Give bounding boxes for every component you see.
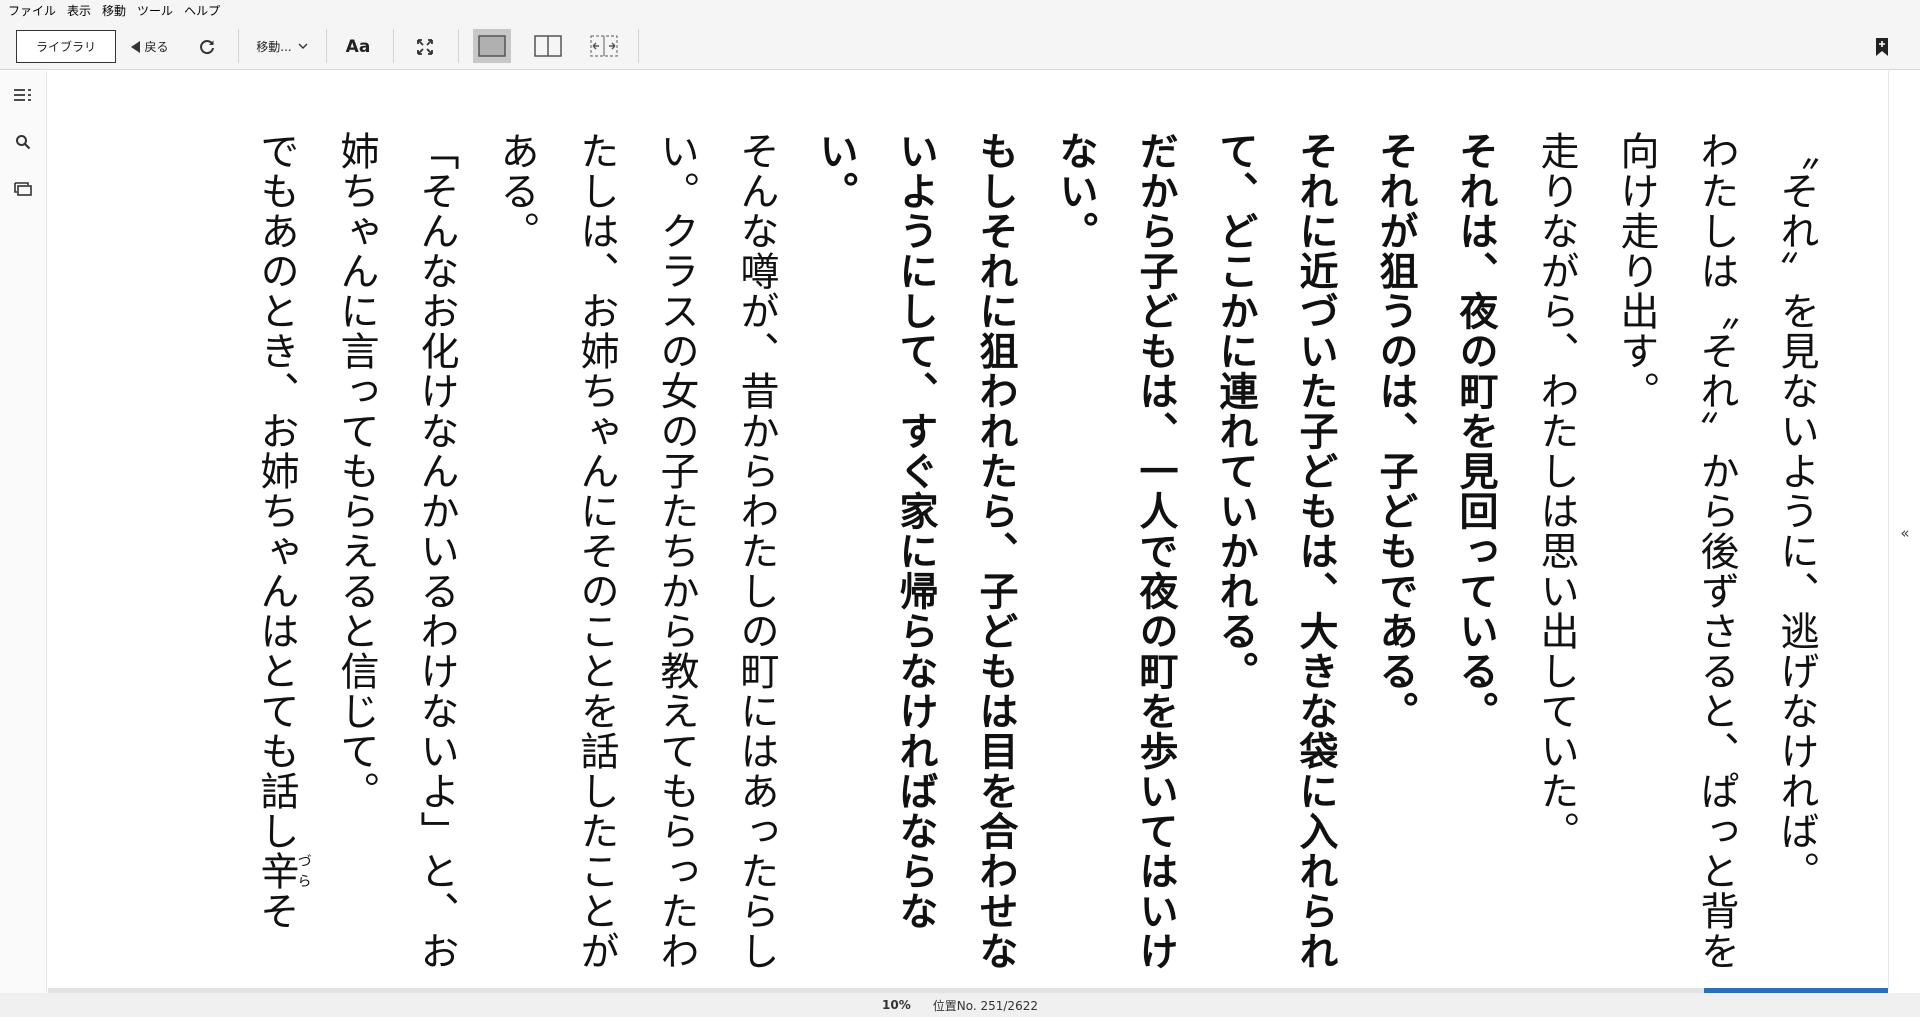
status-bar: 10% 位置No. 251/2622: [0, 993, 1920, 1017]
paragraph: それは、夜の町を見回っている。: [1436, 131, 1516, 991]
bookmark-button[interactable]: [1870, 30, 1894, 63]
paragraph-text: 「そんなお化けなんかいるわけないよ」と、お姉ちゃんに言ってもらえると信じて。: [334, 131, 459, 971]
paragraph: もしそれに狙われたら、子どもは目を合わせないようにして、すぐ家に帰らなければなら…: [796, 131, 1036, 991]
location-indicator: 位置No. 251/2622: [932, 998, 1038, 1013]
paragraph: でもあのとき、お姉ちゃんはとても話し辛づらそ: [236, 131, 316, 991]
back-button[interactable]: 戻る: [126, 30, 174, 63]
font-settings-label: Aa: [345, 36, 371, 57]
library-label: ライブラリ: [35, 40, 96, 54]
single-page-view-button[interactable]: [473, 29, 511, 63]
paragraph-text: だから子どもは、一人で夜の町を歩いてはいけない。: [1053, 131, 1179, 971]
paragraph-text: でもあのとき、お姉ちゃんはとても話し: [254, 131, 299, 851]
paragraph-text: そ: [254, 891, 299, 931]
expand-panel-button[interactable]: «: [1895, 521, 1915, 545]
paragraph: それに近づいた子どもは、大きな袋に入れられて、どこかに連れていかれる。: [1196, 131, 1356, 991]
search-button[interactable]: [11, 130, 35, 154]
two-page-icon: [534, 35, 562, 57]
paragraph-text: そんな噂が、昔からわたしの町にはあったらしい。クラスの女の子たちから教えてもらっ…: [494, 131, 779, 971]
toolbar-divider: [238, 29, 239, 63]
search-icon: [16, 135, 31, 150]
toolbar-divider: [393, 29, 394, 63]
paragraph-text: それに近づいた子どもは、大きな袋に入れられて、どこかに連れていかれる。: [1213, 131, 1339, 971]
toc-button[interactable]: [11, 83, 35, 107]
two-page-view-button[interactable]: [530, 29, 566, 63]
menu-bar: ファイル 表示 移動 ツール ヘルプ: [0, 0, 1920, 22]
paragraph-text: 走りながら、わたしは思い出していた。: [1534, 131, 1579, 851]
chevron-down-icon: [298, 43, 308, 49]
double-chevron-left-icon: «: [1900, 524, 1910, 542]
paragraph: わたしは〝それ〟から後ずさると、ぱっと背を向け走り出す。: [1596, 131, 1756, 991]
library-button[interactable]: ライブラリ: [16, 30, 116, 63]
menu-help[interactable]: ヘルプ: [182, 0, 229, 22]
toolbar-divider: [458, 29, 459, 63]
progress-percent: 10%: [882, 998, 911, 1012]
toolbar: ライブラリ 戻る 移動... Aa: [0, 22, 1920, 70]
toolbar-divider: [326, 29, 327, 63]
single-page-icon: [478, 35, 506, 57]
paragraph-text: それが狙うのは、子どもである。: [1373, 131, 1419, 731]
goto-label: 移動...: [256, 40, 292, 54]
menu-view[interactable]: 表示: [65, 0, 100, 22]
menu-file[interactable]: ファイル: [6, 0, 65, 22]
paragraph: だから子どもは、一人で夜の町を歩いてはいけない。: [1036, 131, 1196, 991]
paragraph: 〝それ〟を見ないように、逃げなければ。: [1756, 131, 1836, 991]
menu-go[interactable]: 移動: [100, 0, 135, 22]
paragraph: それが狙うのは、子どもである。: [1356, 131, 1436, 991]
left-sidebar: [0, 71, 47, 993]
paragraph-text: わたしは〝それ〟から後ずさると、ぱっと背を向け走り出す。: [1614, 131, 1739, 971]
toc-icon: [14, 89, 31, 101]
back-arrow-icon: [131, 40, 141, 53]
ruby-word: 辛づら: [254, 851, 312, 891]
bookmark-add-icon: [1876, 37, 1888, 56]
reading-pane[interactable]: 〝それ〟を見ないように、逃げなければ。 わたしは〝それ〟から後ずさると、ぱっと背を…: [48, 71, 1888, 989]
toolbar-divider: [638, 29, 639, 63]
fullscreen-icon: [417, 38, 433, 55]
refresh-button[interactable]: [192, 30, 222, 63]
fit-width-view-button[interactable]: [586, 29, 622, 63]
fit-width-icon: [590, 35, 618, 57]
book-text: 〝それ〟を見ないように、逃げなければ。 わたしは〝それ〟から後ずさると、ぱっと背を…: [236, 131, 1836, 991]
paragraph-text: もしそれに狙われたら、子どもは目を合わせないようにして、すぐ家に帰らなければなら…: [813, 131, 1019, 971]
paragraph-text: それは、夜の町を見回っている。: [1453, 131, 1499, 731]
ruby-base: 辛: [254, 851, 299, 891]
notes-button[interactable]: [11, 177, 35, 201]
fullscreen-button[interactable]: [410, 30, 440, 63]
paragraph-text: 〝それ〟を見ないように、逃げなければ。: [1774, 131, 1819, 891]
paragraph: そんな噂が、昔からわたしの町にはあったらしい。クラスの女の子たちから教えてもらっ…: [476, 131, 796, 991]
right-sidebar: «: [1888, 71, 1920, 989]
ruby-reading: づら: [295, 851, 312, 891]
notes-icon: [14, 182, 32, 196]
paragraph: 走りながら、わたしは思い出していた。: [1516, 131, 1596, 991]
menu-tools[interactable]: ツール: [135, 0, 182, 22]
back-label: 戻る: [144, 40, 169, 54]
goto-dropdown[interactable]: 移動...: [250, 30, 314, 63]
paragraph: 「そんなお化けなんかいるわけないよ」と、お姉ちゃんに言ってもらえると信じて。: [316, 131, 476, 991]
refresh-icon: [200, 39, 214, 54]
font-settings-button[interactable]: Aa: [342, 30, 374, 63]
